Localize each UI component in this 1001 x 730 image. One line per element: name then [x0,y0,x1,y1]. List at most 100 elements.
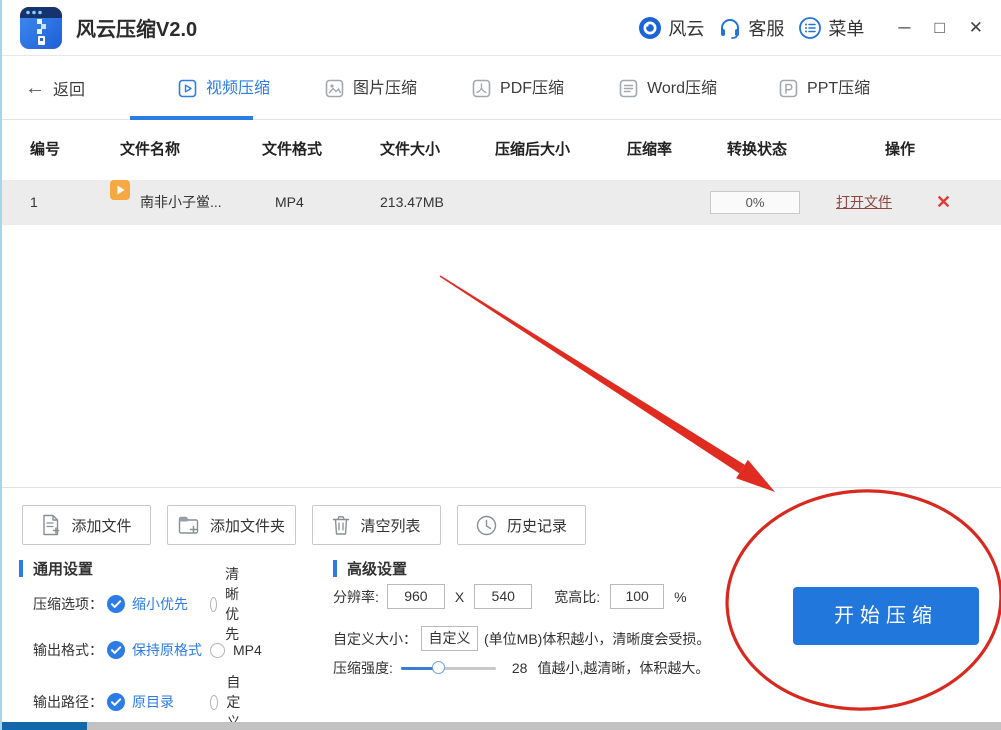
tab-ppt-compress[interactable]: PPT压缩 [779,57,870,119]
col-header-status: 转换状态 [727,120,787,180]
close-button[interactable]: ✕ [969,19,983,36]
bottom-scrollbar-thumb[interactable] [0,722,87,730]
trash-icon [332,515,350,536]
row-format: MP4 [275,180,304,225]
ppt-icon [779,79,798,98]
section-accent-bar [19,560,23,577]
option-shrink-priority[interactable]: 缩小优先 [107,594,188,614]
app-logo-icon [20,7,62,49]
app-window: 风云压缩V2.0 风云 客服 [0,0,1001,730]
output-format-row: 输出格式： 保持原格式 MP4 [33,640,202,660]
minimize-button[interactable]: ─ [898,19,910,36]
resolution-width-input[interactable]: 960 [387,584,445,609]
tab-image-compress[interactable]: 图片压缩 [325,57,417,119]
compress-option-label: 压缩选项： [33,594,107,614]
back-button[interactable]: ← 返回 [25,76,85,100]
section-accent-bar [333,560,337,577]
table-header: 编号 文件名称 文件格式 文件大小 压缩后大小 压缩率 转换状态 操作 [0,120,1001,180]
radio-icon [210,597,217,612]
aspect-ratio-label: 宽高比: [554,587,600,607]
word-doc-icon [619,79,638,98]
history-button[interactable]: 历史记录 [457,505,586,545]
pdf-icon [472,79,491,98]
custom-size-row: 自定义大小： 自定义 (单位MB)体积越小，清晰度会受损。 [333,626,710,651]
tab-bar: ← 返回 视频压缩 图片压缩 PDF压缩 [0,57,1001,120]
brand-button[interactable]: 风云 [638,15,704,41]
resolution-label: 分辨率: [333,587,379,607]
back-arrow-icon: ← [25,77,45,100]
clock-icon [476,515,497,536]
option-label: MP4 [233,642,262,658]
radio-icon [210,695,218,710]
option-label: 保持原格式 [132,640,202,660]
maximize-button[interactable]: □ [934,19,944,36]
option-label: 清晰优先 [225,564,247,644]
slider-thumb[interactable] [432,661,445,674]
advanced-settings-title: 高级设置 [333,558,407,579]
window-left-edge [0,0,2,730]
check-circle-icon [107,595,125,613]
strength-row: 压缩强度: 28 值越小,越清晰，体积越大。 [333,658,709,678]
col-header-ratio: 压缩率 [627,120,672,180]
menu-button[interactable]: 菜单 [798,15,864,41]
add-file-icon [41,514,61,536]
strength-note: 值越小,越清晰，体积越大。 [537,658,709,678]
section-divider [0,487,1001,488]
annotation-arrow-shaft [440,275,745,473]
progress-bar: 0% [710,191,800,214]
compress-option-row: 压缩选项： 缩小优先 清晰优先 [33,594,188,614]
bottom-scrollbar[interactable] [0,722,1001,730]
custom-size-label: 自定义大小： [333,629,417,649]
resolution-height-input[interactable]: 540 [474,584,532,609]
option-mp4[interactable]: MP4 [210,642,262,658]
tab-label: 图片压缩 [353,57,417,120]
col-header-filesize: 文件大小 [380,120,440,180]
row-filesize: 213.47MB [380,180,444,225]
strength-value: 28 [512,660,528,676]
col-header-filename: 文件名称 [120,120,180,180]
custom-size-input[interactable]: 自定义 [421,626,478,651]
option-label: 原目录 [132,692,174,712]
image-icon [325,79,344,98]
check-circle-icon [107,693,125,711]
general-settings-label: 通用设置 [33,558,93,579]
option-label: 缩小优先 [132,594,188,614]
resolution-row: 分辨率: 960 X 540 宽高比: 100 % [333,584,687,609]
option-clarity-priority[interactable]: 清晰优先 [210,564,247,644]
aspect-ratio-input[interactable]: 100 [610,584,664,609]
custom-size-note: (单位MB)体积越小，清晰度会受损。 [484,629,710,649]
back-label: 返回 [53,76,85,100]
row-number: 1 [30,180,38,225]
toolbar: 添加文件 添加文件夹 清空列表 历史记录 [0,505,1001,545]
tab-label: Word压缩 [647,57,717,120]
option-keep-format[interactable]: 保持原格式 [107,640,202,660]
aspect-ratio-unit: % [674,589,686,605]
brand-label: 风云 [668,15,704,41]
option-original-dir[interactable]: 原目录 [107,692,174,712]
check-circle-icon [107,641,125,659]
resolution-separator: X [455,589,464,605]
delete-row-button[interactable]: ✕ [936,180,951,225]
tab-label: PPT压缩 [807,57,870,120]
radio-icon [210,643,225,658]
strength-slider[interactable] [401,661,496,675]
active-tab-underline [130,116,253,120]
tab-word-compress[interactable]: Word压缩 [619,57,717,119]
clear-list-button[interactable]: 清空列表 [312,505,441,545]
video-play-icon [110,180,130,225]
start-compress-button[interactable]: 开始压缩 [793,587,979,645]
brand-target-icon [638,16,662,40]
add-folder-button[interactable]: 添加文件夹 [167,505,296,545]
advanced-settings-label: 高级设置 [347,558,407,579]
output-path-label: 输出路径： [33,692,107,712]
tab-pdf-compress[interactable]: PDF压缩 [472,57,564,119]
add-file-button[interactable]: 添加文件 [22,505,151,545]
tab-label: PDF压缩 [500,57,564,120]
output-path-row: 输出路径： 原目录 自定义 [33,692,174,712]
tab-video-compress[interactable]: 视频压缩 [178,57,270,119]
open-file-link[interactable]: 打开文件 [836,180,892,225]
col-header-format: 文件格式 [262,120,322,180]
general-settings-title: 通用设置 [19,558,93,579]
col-header-number: 编号 [30,120,60,180]
support-button[interactable]: 客服 [718,15,784,41]
